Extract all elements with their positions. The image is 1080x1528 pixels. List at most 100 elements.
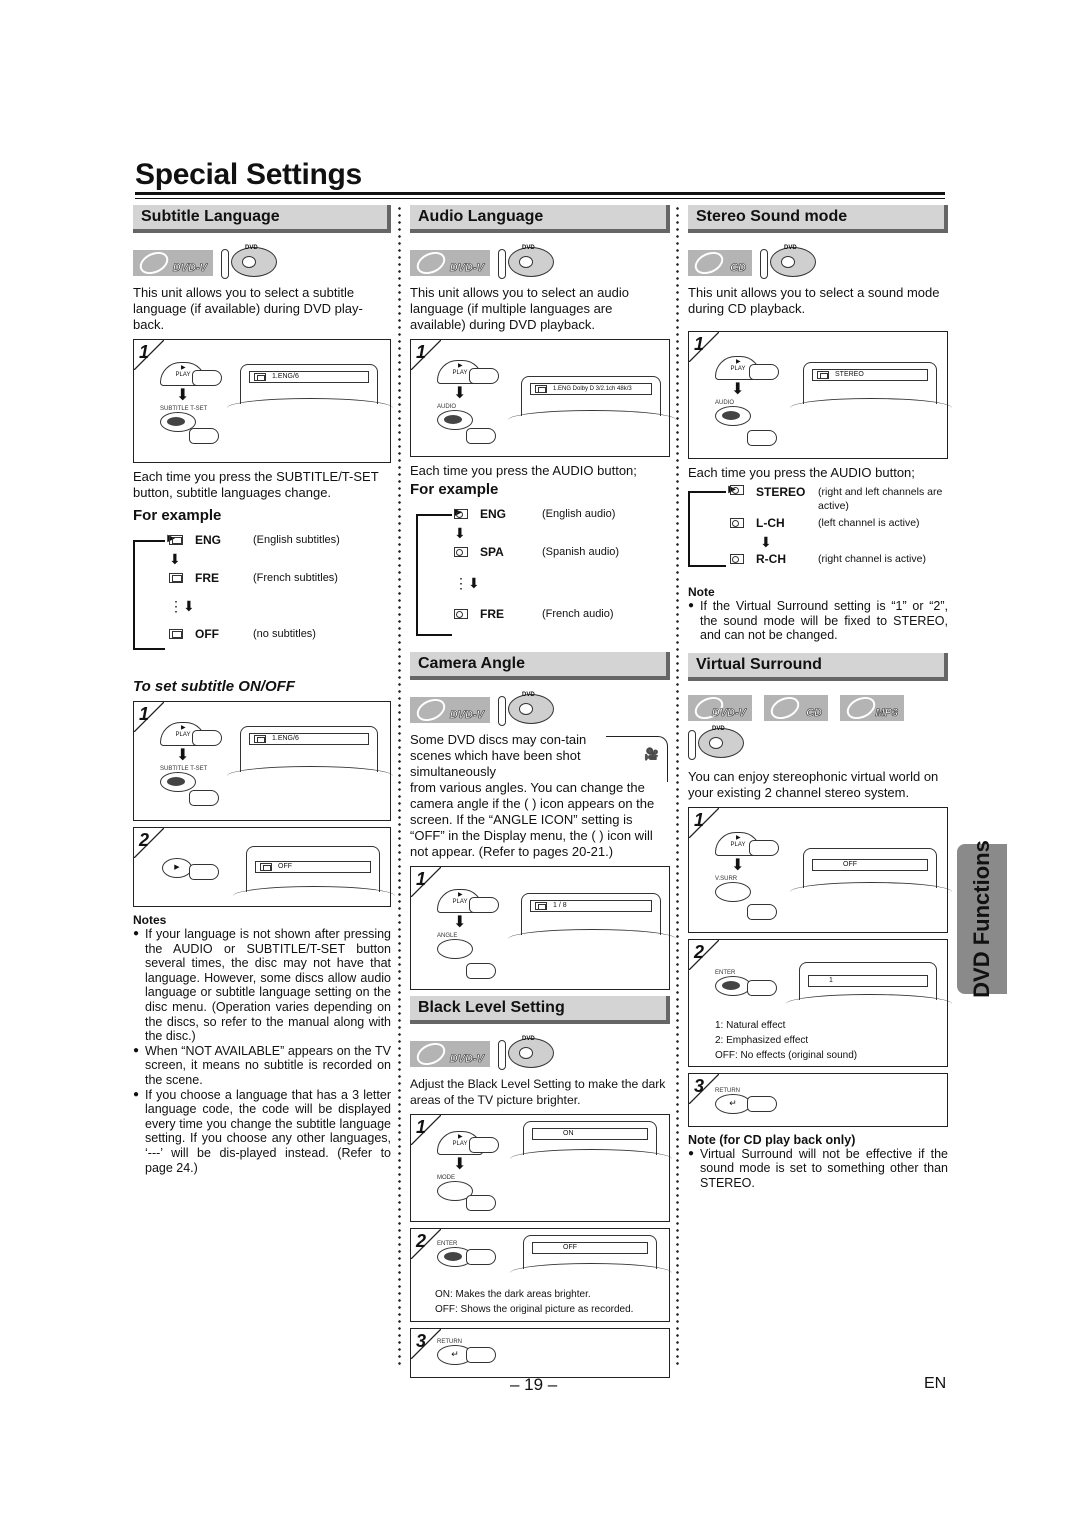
hand-icon bbox=[192, 730, 222, 746]
cycle-item: SPA (Spanish audio) bbox=[454, 542, 670, 562]
down-arrow-icon: ⬇ bbox=[176, 387, 190, 404]
step-number: 1 bbox=[694, 334, 705, 354]
disc-badges: CD DVD bbox=[688, 245, 948, 281]
button-label: AUDIO bbox=[437, 404, 457, 410]
audio-icon bbox=[730, 518, 744, 528]
step-number: 3 bbox=[416, 1331, 427, 1351]
hand-icon bbox=[466, 963, 496, 979]
tv-screen: ON bbox=[510, 1121, 672, 1155]
note-item: If your language is not shown after pres… bbox=[133, 927, 391, 1044]
dvd-video-badge-icon: DVD-V bbox=[410, 247, 490, 279]
audio-icon bbox=[730, 554, 744, 564]
hand-icon bbox=[747, 1095, 777, 1112]
dvd-remote-icon: DVD bbox=[688, 726, 748, 760]
subtitle-icon bbox=[169, 573, 183, 583]
step-number: 1 bbox=[694, 809, 705, 830]
dvd-remote-icon: DVD bbox=[760, 245, 820, 279]
audio-button-icon bbox=[437, 410, 473, 430]
dvd-remote-icon: DVD bbox=[498, 1036, 558, 1070]
cycle-item: FRE (French audio) bbox=[454, 604, 670, 624]
step-number: 2 bbox=[694, 941, 705, 962]
button-label: RETURN bbox=[715, 1087, 740, 1094]
osd-text: 1.ENG Dolby D 3/2.1ch 48k/3 bbox=[553, 386, 632, 392]
onoff-step-1-box: 1 PLAY ⬇ SUBTITLE T-SET 1.ENG/6 bbox=[133, 701, 393, 821]
disc-badges: DVD-V DVD bbox=[410, 1036, 670, 1072]
button-label: SUBTITLE T-SET bbox=[160, 766, 208, 772]
hand-icon bbox=[192, 370, 222, 386]
stereo-sound-section: Stereo Sound mode CD DVD This unit allow… bbox=[688, 205, 952, 1191]
down-arrow-icon: ⬇ bbox=[169, 551, 181, 567]
dvd-remote-icon: DVD bbox=[221, 245, 281, 279]
down-arrow-icon: ⬇ bbox=[731, 381, 745, 398]
disc-badges: DVD-V DVD bbox=[410, 245, 670, 281]
dotted-arrow-icon: ⋮⬇ bbox=[169, 598, 195, 614]
option-descriptions: 1: Natural effect 2: Emphasized effect O… bbox=[715, 1019, 858, 1061]
step-1-box: 1 PLAY ⬇ AUDIO STEREO bbox=[688, 331, 952, 459]
osd-text: OFF bbox=[278, 863, 292, 870]
osd-text: 1.ENG/6 bbox=[272, 735, 299, 742]
tv-screen: 1 bbox=[786, 961, 952, 1000]
button-label: SUBTITLE T-SET bbox=[160, 406, 208, 412]
notes-heading: Notes bbox=[133, 913, 167, 927]
subtitle-icon bbox=[260, 863, 272, 871]
subtitle-button-icon bbox=[160, 772, 196, 792]
option-descriptions: ON: Makes the dark areas brighter. OFF: … bbox=[435, 1289, 634, 1315]
hand-icon bbox=[747, 903, 777, 920]
step-number: 2 bbox=[416, 1231, 427, 1251]
hand-icon bbox=[469, 368, 499, 384]
camera-angle-text: 🎥 Some DVD discs may con-tain scenes whi… bbox=[410, 732, 670, 860]
note-item: Virtual Surround will not be effective i… bbox=[688, 1147, 948, 1191]
hand-icon bbox=[469, 1137, 499, 1153]
subtitle-language-section: Subtitle Language DVD-V DVD This unit al… bbox=[133, 205, 395, 1176]
tv-screen: 1.ENG/6 bbox=[227, 364, 393, 404]
audio-language-section: Audio Language DVD-V DVD This unit allow… bbox=[410, 205, 676, 1384]
hand-icon bbox=[747, 430, 777, 446]
osd-text: ON bbox=[563, 1130, 574, 1137]
sound-mode-cycle: STEREO(right and left channels are activ… bbox=[688, 484, 948, 577]
page-number: – 19 – bbox=[510, 1375, 558, 1394]
audio-icon bbox=[817, 371, 829, 379]
mp3-badge-icon: MP3 bbox=[840, 692, 904, 724]
onoff-heading: To set subtitle ON/OFF bbox=[133, 678, 295, 695]
note-heading: Note (for CD play back only) bbox=[688, 1132, 856, 1147]
return-button-icon: ↵ bbox=[715, 1093, 751, 1114]
step-number: 1 bbox=[416, 342, 427, 362]
camera-angle-heading: Camera Angle bbox=[410, 652, 670, 680]
osd-text: OFF bbox=[563, 1244, 577, 1251]
black-level-heading: Black Level Setting bbox=[410, 996, 670, 1024]
osd-text: 1.ENG/6 bbox=[272, 373, 299, 380]
tv-screen: 1 / 8 bbox=[508, 893, 676, 935]
example-heading: For example bbox=[410, 481, 499, 498]
cycle-item: L-CH (left channel is active) bbox=[730, 513, 948, 533]
button-label: AUDIO bbox=[715, 400, 735, 406]
dvd-video-badge-icon: DVD-V bbox=[133, 247, 213, 279]
note-item: If you choose a language that has a 3 le… bbox=[133, 1088, 391, 1176]
audio-cycle: ENG(English audio) ⬇ SPA(Spanish audio) … bbox=[410, 504, 670, 644]
subtitle-icon bbox=[254, 373, 266, 381]
intro-text: Adjust the Black Level Setting to make t… bbox=[410, 1077, 666, 1107]
intro-text: This unit allows you to select an audio … bbox=[410, 285, 629, 332]
enter-button-icon bbox=[715, 975, 751, 996]
hand-icon bbox=[469, 897, 499, 913]
tv-screen: STEREO bbox=[790, 362, 952, 404]
disc-badges: DVD-V CD MP3 bbox=[688, 692, 948, 724]
dvd-video-badge-icon: DVD-V bbox=[688, 692, 752, 724]
hand-icon bbox=[749, 839, 779, 856]
disc-badges: DVD-V DVD bbox=[133, 245, 391, 281]
dvd-video-badge-icon: DVD-V bbox=[410, 694, 490, 726]
cycle-item: R-CH (right channel is active) bbox=[730, 549, 948, 569]
instruction-text: Each time you press the AUDIO button; bbox=[688, 465, 915, 480]
vs-step-2-box: 2 ENTER 1 1: Natural effect 2: Emphasize… bbox=[688, 938, 952, 1067]
dotted-arrow-icon: ⋮⬇ bbox=[454, 575, 480, 591]
cd-badge-icon: CD bbox=[764, 692, 828, 724]
audio-icon bbox=[454, 509, 468, 519]
dvd-remote-icon: DVD bbox=[498, 245, 558, 279]
hand-icon bbox=[189, 790, 219, 806]
angle-button-icon bbox=[437, 939, 473, 959]
subtitle-icon bbox=[169, 629, 183, 639]
tv-screen: 1.ENG Dolby D 3/2.1ch 48k/3 bbox=[508, 376, 676, 416]
note-heading: Note bbox=[688, 585, 715, 599]
instruction-text: Each time you press the AUDIO button; bbox=[410, 463, 637, 478]
hand-icon bbox=[189, 428, 219, 444]
hand-icon bbox=[466, 1347, 496, 1363]
